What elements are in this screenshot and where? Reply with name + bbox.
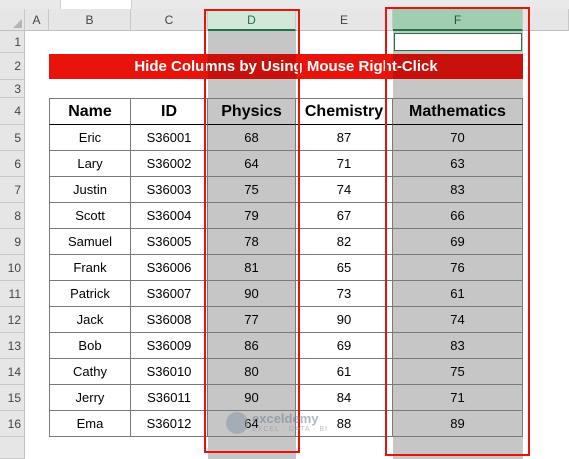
watermark-name: exceldemy	[252, 410, 319, 426]
table-header-cell[interactable]: Chemistry	[296, 98, 393, 125]
row-header-4[interactable]: 4	[0, 98, 25, 125]
table-cell[interactable]: Frank	[49, 255, 131, 281]
column-header-e[interactable]: E	[296, 9, 393, 31]
table-cell[interactable]: S36008	[131, 307, 208, 333]
table-cell[interactable]: S36012	[131, 411, 208, 437]
row-header-9[interactable]: 9	[0, 229, 25, 255]
table-cell[interactable]: S36003	[131, 177, 208, 203]
table-cell[interactable]: 74	[296, 177, 393, 203]
table-cell[interactable]: 87	[296, 125, 393, 151]
table-header-cell[interactable]: ID	[131, 98, 208, 125]
table-cell[interactable]: 69	[296, 333, 393, 359]
table-cell[interactable]: Patrick	[49, 281, 131, 307]
highlight-frame-column-d	[204, 9, 300, 453]
table-cell[interactable]: S36005	[131, 229, 208, 255]
column-header-b[interactable]: B	[49, 9, 131, 31]
exceldemy-watermark: exceldemy EXCEL · DATA · BI	[226, 412, 328, 434]
table-cell[interactable]: S36002	[131, 151, 208, 177]
table-cell[interactable]: Scott	[49, 203, 131, 229]
table-cell[interactable]: 84	[296, 385, 393, 411]
table-cell[interactable]: 67	[296, 203, 393, 229]
row-header-6[interactable]: 6	[0, 151, 25, 177]
row-header-5[interactable]: 5	[0, 125, 25, 151]
table-cell[interactable]: 73	[296, 281, 393, 307]
table-cell[interactable]: S36004	[131, 203, 208, 229]
table-cell[interactable]: S36007	[131, 281, 208, 307]
table-cell[interactable]: Cathy	[49, 359, 131, 385]
row-header-10[interactable]: 10	[0, 255, 25, 281]
row-header-8[interactable]: 8	[0, 203, 25, 229]
table-cell[interactable]: S36009	[131, 333, 208, 359]
exceldemy-logo-icon	[226, 412, 248, 434]
row-header-15[interactable]: 15	[0, 385, 25, 411]
highlight-frame-column-f	[385, 7, 530, 456]
column-header-a[interactable]: A	[25, 9, 49, 31]
row-header-14[interactable]: 14	[0, 359, 25, 385]
table-cell[interactable]: S36011	[131, 385, 208, 411]
table-cell[interactable]: Jack	[49, 307, 131, 333]
table-cell[interactable]: Bob	[49, 333, 131, 359]
sheet-tab-edge	[60, 0, 132, 9]
row-header-13[interactable]: 13	[0, 333, 25, 359]
row-header-11[interactable]: 11	[0, 281, 25, 307]
table-cell[interactable]: Ema	[49, 411, 131, 437]
watermark-tagline: EXCEL · DATA · BI	[252, 425, 328, 433]
table-cell[interactable]: 82	[296, 229, 393, 255]
table-cell[interactable]: 71	[296, 151, 393, 177]
column-header-c[interactable]: C	[131, 9, 208, 31]
table-cell[interactable]: 61	[296, 359, 393, 385]
table-cell[interactable]: Justin	[49, 177, 131, 203]
table-cell[interactable]: 65	[296, 255, 393, 281]
table-cell[interactable]: Eric	[49, 125, 131, 151]
table-cell[interactable]: Samuel	[49, 229, 131, 255]
row-header-12[interactable]: 12	[0, 307, 25, 333]
row-header-16[interactable]: 16	[0, 411, 25, 437]
table-header-cell[interactable]: Name	[49, 98, 131, 125]
table-cell[interactable]: 90	[296, 307, 393, 333]
table-cell[interactable]: S36010	[131, 359, 208, 385]
row-header-3[interactable]: 3	[0, 80, 25, 98]
row-header-7[interactable]: 7	[0, 177, 25, 203]
row-header-blank[interactable]	[0, 437, 25, 459]
table-cell[interactable]: Jerry	[49, 385, 131, 411]
table-cell[interactable]: S36006	[131, 255, 208, 281]
select-all-button[interactable]	[0, 9, 25, 31]
table-cell[interactable]: S36001	[131, 125, 208, 151]
row-header-2[interactable]: 2	[0, 53, 25, 80]
row-header-1[interactable]: 1	[0, 31, 25, 53]
table-cell[interactable]: Lary	[49, 151, 131, 177]
